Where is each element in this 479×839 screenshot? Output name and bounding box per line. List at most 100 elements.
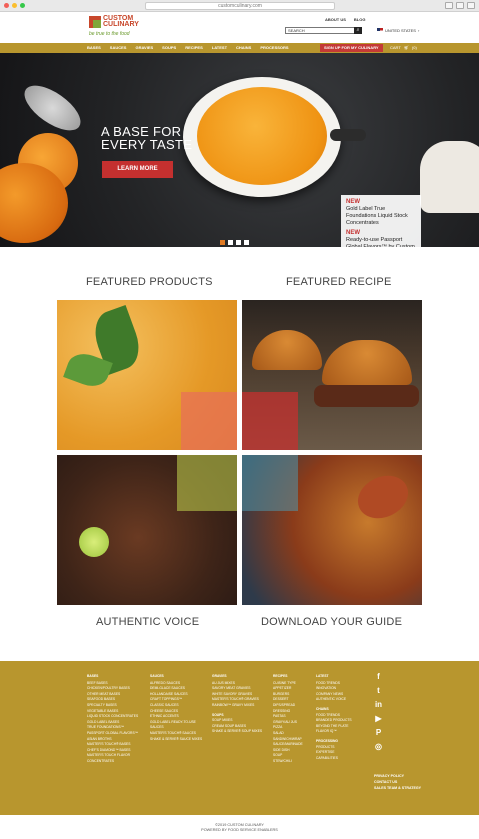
slide-dot[interactable] <box>220 240 225 245</box>
footer-link[interactable]: AUTHENTIC VOICE <box>316 697 366 703</box>
footer-link[interactable]: RAINBOW™ GRAVY MIXES <box>212 703 268 709</box>
footer-heading[interactable]: LATEST <box>316 674 366 680</box>
search-button[interactable]: ⌕ <box>354 27 362 34</box>
nav-item-sauces[interactable]: SAUCES <box>110 43 127 53</box>
cart-link[interactable]: CART 🛒︎ (0) <box>390 43 417 53</box>
featured-products-title[interactable]: FEATURED PRODUCTS <box>86 276 213 288</box>
overlay-square <box>242 392 298 450</box>
nav-item-bases[interactable]: BASES <box>87 43 101 53</box>
footer-link[interactable]: PASSPORT GLOBAL FLAVORS™ ASIAN BROTHS <box>87 731 145 742</box>
chevron-down-icon: › <box>417 28 420 33</box>
featured-recipe-image[interactable] <box>242 300 422 450</box>
news-text[interactable]: Ready-to-use Passport Global Flavors™ by… <box>346 237 416 247</box>
footer-link[interactable]: SHAKE & SERVE® SOUP MIXES <box>212 729 268 735</box>
top-link-about[interactable]: ABOUT US <box>325 17 346 22</box>
main-nav: BASES SAUCES GRAVIES SOUPS RECIPES LATES… <box>0 43 479 53</box>
logo[interactable]: CUSTOM CULINARY be true to the food <box>89 15 149 40</box>
search-input[interactable]: SEARCH <box>285 27 355 34</box>
footer-link[interactable]: GOLD LABEL READY-TO-USE SAUCES <box>150 720 206 731</box>
minimize-icon[interactable] <box>12 3 17 8</box>
nav-item-latest[interactable]: LATEST <box>212 43 227 53</box>
top-links: ABOUT US BLOG <box>325 17 365 22</box>
us-flag-icon <box>377 28 383 33</box>
bowl-handle <box>330 129 366 141</box>
nav-item-soups[interactable]: SOUPS <box>162 43 176 53</box>
soup-image <box>197 87 327 185</box>
pitcher-image <box>420 141 479 213</box>
add-tab-icon[interactable] <box>467 2 475 9</box>
instagram-icon[interactable]: ◎ <box>374 742 383 751</box>
site-footer: f t in ▶ P ◎ PRIVACY POLICY CONTACT US SALES … <box>0 661 479 815</box>
featured-recipe-title[interactable]: FEATURED RECIPE <box>286 276 391 288</box>
hero-title: A BASE FOR EVERY TASTE <box>101 125 192 151</box>
footer-link[interactable]: CAPABILITIES <box>316 756 366 762</box>
nav-item-processors[interactable]: PROCESSORS <box>260 43 288 53</box>
footer-link[interactable]: MASTER'S TOUCH FLAVOR CONCENTRATES <box>87 753 145 764</box>
overlay-square <box>242 455 298 511</box>
burger-bun <box>252 330 322 370</box>
slide-dot[interactable] <box>228 240 233 245</box>
sales-team-link[interactable]: SALES TEAM & STRATEGY <box>374 785 421 791</box>
facebook-icon[interactable]: f <box>374 672 383 681</box>
site-header: CUSTOM CULINARY be true to the food ABOU… <box>0 12 479 43</box>
twitter-icon[interactable]: t <box>374 686 383 695</box>
authentic-voice-title[interactable]: AUTHENTIC VOICE <box>96 616 199 628</box>
burger-patty <box>314 385 419 407</box>
authentic-voice-image[interactable] <box>57 455 237 605</box>
slide-dot[interactable] <box>236 240 241 245</box>
tabs-icon[interactable] <box>456 2 464 9</box>
nav-item-recipes[interactable]: RECIPES <box>185 43 203 53</box>
footer-link[interactable]: FLAVOR IQ™ <box>316 729 366 735</box>
footer-heading[interactable]: SAUCES <box>150 674 206 680</box>
hero-news-card[interactable]: NEW Gold Label True Foundations Liquid S… <box>341 195 421 247</box>
logo-tagline: be true to the food <box>89 31 130 37</box>
nav-item-chains[interactable]: CHAINS <box>236 43 251 53</box>
slide-dot[interactable] <box>244 240 249 245</box>
cart-icon: 🛒︎ <box>403 45 409 50</box>
download-guide-image[interactable] <box>242 455 422 605</box>
footer-column: GRAVIES AU JUS MIXES SAVORY MEAT GRAVIES WH… <box>212 674 268 735</box>
search-icon: ⌕ <box>356 27 360 33</box>
youtube-icon[interactable]: ▶ <box>374 714 383 723</box>
signup-button[interactable]: SIGN UP FOR MY CULINARY <box>320 44 383 52</box>
footer-column: SAUCES ALFREDO SAUCES DEMI-GLACE SAUCES HOL… <box>150 674 206 742</box>
hero-banner: A BASE FOR EVERY TASTE LEARN MORE NEW Go… <box>0 53 479 247</box>
maximize-icon[interactable] <box>20 3 25 8</box>
footer-column: BASES BEEF BASES CHICKEN/POULTRY BASES OTHE… <box>87 674 145 765</box>
logo-mark-icon <box>89 16 101 28</box>
footer-link[interactable]: SHAKE & SERVE® SAUCE MIXES <box>150 737 206 743</box>
nav-item-gravies[interactable]: GRAVIES <box>135 43 153 53</box>
policy-links: PRIVACY POLICY CONTACT US SALES TEAM & S… <box>374 773 421 791</box>
download-guide-title[interactable]: DOWNLOAD YOUR GUIDE <box>261 616 402 628</box>
linkedin-icon[interactable]: in <box>374 700 383 709</box>
social-links: f t in ▶ P ◎ <box>374 672 383 751</box>
browser-window: customculinary.com CUSTOM CULINARY be tr… <box>0 0 479 839</box>
browser-chrome: customculinary.com <box>0 0 479 12</box>
address-bar[interactable]: customculinary.com <box>145 2 335 10</box>
burger-bun <box>322 340 412 385</box>
powered-by-line: POWERED BY FOOD SERVICE ENABLERS <box>201 828 278 832</box>
news-text[interactable]: Gold Label True Foundations Liquid Stock… <box>346 206 416 227</box>
cart-label: CART <box>390 45 401 50</box>
footer-heading[interactable]: BASES <box>87 674 145 680</box>
featured-products-image[interactable] <box>57 300 237 450</box>
close-icon[interactable] <box>4 3 9 8</box>
share-icon[interactable] <box>445 2 453 9</box>
slide-indicators <box>220 240 249 245</box>
hero-title-line2: EVERY TASTE <box>101 137 193 152</box>
footer-link[interactable]: LIQUID STOCK CONCENTRATES <box>87 714 145 720</box>
lime-wedge <box>79 527 109 557</box>
overlay-square <box>177 455 237 511</box>
spice-spoon <box>350 467 416 527</box>
news-badge: NEW <box>346 230 360 236</box>
logo-brand: CUSTOM CULINARY <box>103 15 139 28</box>
country-selector[interactable]: UNITED STATES › <box>377 28 419 33</box>
footer-heading[interactable]: GRAVIES <box>212 674 268 680</box>
cart-count: (0) <box>411 45 417 50</box>
top-link-blog[interactable]: BLOG <box>354 17 366 22</box>
pinterest-icon[interactable]: P <box>374 728 383 737</box>
news-badge: NEW <box>346 199 360 205</box>
footer-column: LATEST FOOD TRENDS INNOVATION COMPANY NEWS A… <box>316 674 366 761</box>
browser-actions <box>445 2 475 9</box>
learn-more-button[interactable]: LEARN MORE <box>102 161 173 178</box>
